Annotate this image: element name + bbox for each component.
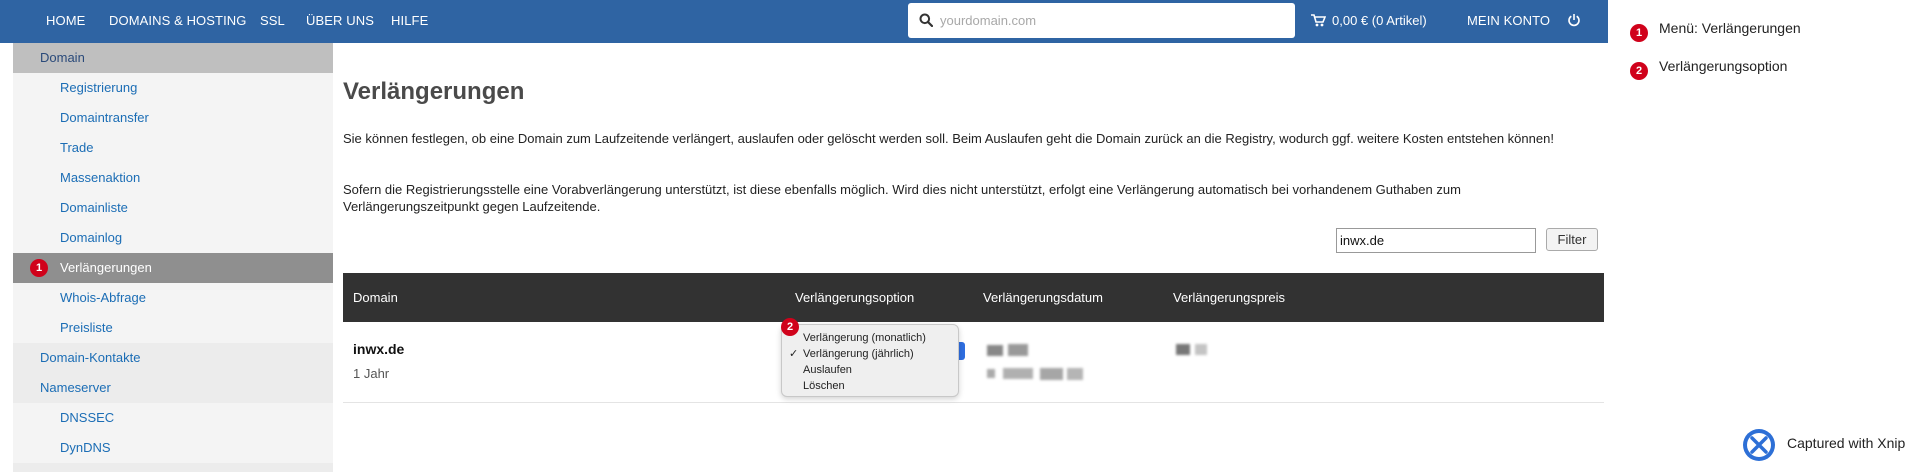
legend-label: Menü: Verlängerungen xyxy=(1659,20,1801,36)
checkmark-icon: ✓ xyxy=(789,348,799,360)
sidebar-item-domain-kontakte[interactable]: Domain-Kontakte xyxy=(13,343,333,373)
legend-item-1: 1 Menü: Verlängerungen xyxy=(1630,20,1801,42)
cart-label: 0,00 € (0 Artikel) xyxy=(1332,13,1427,28)
filter-button[interactable]: Filter xyxy=(1546,228,1598,251)
sidebar-item-dyndns[interactable]: DynDNS xyxy=(13,433,333,463)
column-header-price[interactable]: Verlängerungspreis xyxy=(1173,273,1285,322)
dropdown-option-monthly[interactable]: Verlängerung (monatlich) xyxy=(782,330,958,346)
info-paragraph: Sofern die Registrierungsstelle eine Vor… xyxy=(343,182,1461,214)
nav-account[interactable]: MEIN KONTO xyxy=(1467,0,1550,43)
column-header-domain[interactable]: Domain xyxy=(353,273,398,322)
annotation-badge-2: 2 xyxy=(781,318,799,336)
dropdown-option-yearly[interactable]: ✓ Verlängerung (jährlich) xyxy=(782,346,958,362)
column-header-date[interactable]: Verlängerungsdatum xyxy=(983,273,1103,322)
sidebar-item-label: Verlängerungen xyxy=(60,260,152,275)
table-row: inwx.de 1 Jahr xyxy=(343,322,1604,403)
sidebar: Domain Registrierung Domaintransfer Trad… xyxy=(13,43,333,472)
sidebar-item-nameserver[interactable]: Nameserver xyxy=(13,373,333,403)
sidebar-item-preisliste[interactable]: Preisliste xyxy=(13,313,333,343)
sidebar-item-domainliste[interactable]: Domainliste xyxy=(13,193,333,223)
sidebar-item-massenaktion[interactable]: Massenaktion xyxy=(13,163,333,193)
sidebar-item-registrierung[interactable]: Registrierung xyxy=(13,73,333,103)
redacted-price xyxy=(1176,344,1190,355)
sidebar-item-trade[interactable]: Trade xyxy=(13,133,333,163)
row-term: 1 Jahr xyxy=(353,366,390,381)
domain-search xyxy=(908,3,1295,38)
sidebar-item-verlaengerungen[interactable]: 1 Verlängerungen xyxy=(13,253,333,283)
intro-paragraph: Sie können festlegen, ob eine Domain zum… xyxy=(343,131,1554,146)
power-icon[interactable] xyxy=(1567,13,1581,27)
redacted-date xyxy=(987,369,995,378)
search-input[interactable] xyxy=(940,5,1280,35)
sidebar-item-domainlog[interactable]: Domainlog xyxy=(13,223,333,253)
app-window: HOME DOMAINS & HOSTING SSL ÜBER UNS HILF… xyxy=(0,0,1608,472)
redacted-date xyxy=(987,345,1003,356)
top-navigation: HOME DOMAINS & HOSTING SSL ÜBER UNS HILF… xyxy=(0,0,1608,43)
sidebar-item-domaintransfer[interactable]: Domaintransfer xyxy=(13,103,333,133)
dropdown-option-expire[interactable]: Auslaufen xyxy=(782,362,958,378)
cart-button[interactable]: 0,00 € (0 Artikel) xyxy=(1311,0,1427,43)
legend-badge: 2 xyxy=(1630,62,1648,80)
redacted-date xyxy=(1067,368,1083,380)
nav-help[interactable]: HILFE xyxy=(391,0,428,43)
xnip-logo-icon xyxy=(1743,429,1775,461)
table-header: Domain Verlängerungsoption Verlängerungs… xyxy=(343,273,1604,322)
redacted-date xyxy=(1008,344,1028,356)
annotation-badge-1: 1 xyxy=(30,259,48,277)
legend-label: Verlängerungsoption xyxy=(1659,58,1788,74)
sidebar-item-dnssec[interactable]: DNSSEC xyxy=(13,403,333,433)
nav-domains-hosting[interactable]: DOMAINS & HOSTING xyxy=(109,0,247,43)
dropdown-option-label: Verlängerung (jährlich) xyxy=(803,348,914,360)
column-header-option[interactable]: Verlängerungsoption xyxy=(795,273,914,322)
nav-about[interactable]: ÜBER UNS xyxy=(306,0,374,43)
xnip-label: Captured with Xnip xyxy=(1787,435,1906,451)
redacted-date xyxy=(1040,368,1063,380)
renewal-option-dropdown: Verlängerung (monatlich) ✓ Verlängerung … xyxy=(781,324,959,397)
dropdown-option-delete[interactable]: Löschen xyxy=(782,378,958,394)
page-title: Verlängerungen xyxy=(343,78,525,105)
filter-input[interactable] xyxy=(1336,228,1536,253)
nav-ssl[interactable]: SSL xyxy=(260,0,285,43)
nav-home[interactable]: HOME xyxy=(46,0,85,43)
sidebar-item-domain[interactable]: Domain xyxy=(13,43,333,73)
legend-item-2: 2 Verlängerungsoption xyxy=(1630,58,1787,80)
cart-icon xyxy=(1311,14,1326,27)
sidebar-item-whois[interactable]: Whois-Abfrage xyxy=(13,283,333,313)
row-domain: inwx.de xyxy=(353,341,405,357)
redacted-date xyxy=(1003,368,1033,379)
legend-badge: 1 xyxy=(1630,24,1648,42)
redacted-price xyxy=(1195,344,1207,355)
search-icon xyxy=(919,13,933,27)
